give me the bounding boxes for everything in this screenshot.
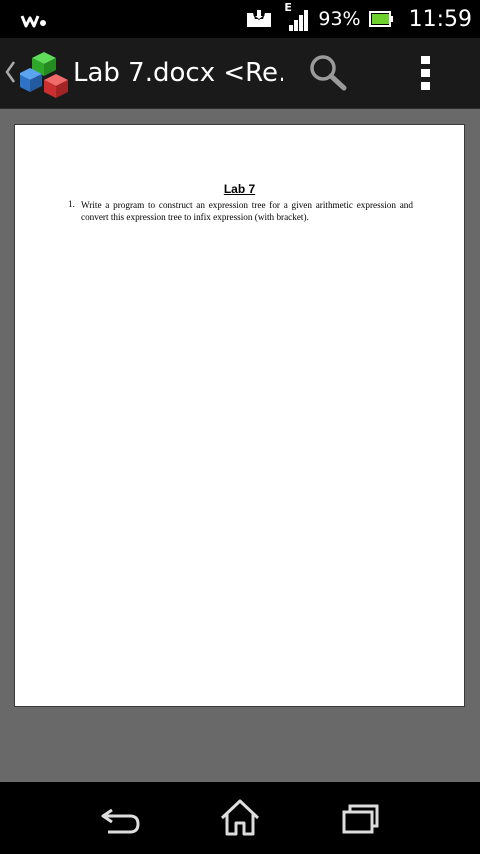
battery-icon — [368, 11, 393, 27]
action-bar: Lab 7.docx <Re… — [0, 38, 480, 109]
document-heading: Lab 7 — [223, 182, 256, 196]
battery-percent: 93% — [318, 8, 361, 30]
download-box-icon — [247, 9, 272, 27]
signal-icon — [289, 10, 309, 31]
chevron-left-icon — [5, 61, 16, 83]
list-item-text: Write a program to construct an expressi… — [81, 200, 413, 222]
list-item-number: 1. — [68, 199, 75, 209]
document-title: Lab 7.docx <Re… — [73, 58, 283, 88]
back-icon[interactable] — [90, 796, 150, 840]
clock: 11:59 — [408, 6, 472, 32]
home-icon[interactable] — [210, 796, 270, 840]
navigation-bar — [0, 782, 480, 854]
status-bar: E 93% 11:59 — [0, 0, 480, 38]
walkman-icon — [20, 15, 46, 28]
document-page[interactable]: Lab 7 1. Write a program to construct an… — [14, 124, 465, 707]
up-navigation[interactable]: Lab 7.docx <Re… — [0, 38, 283, 108]
recent-apps-icon[interactable] — [330, 796, 390, 840]
signal-indicator: E — [284, 1, 312, 33]
document-viewer[interactable]: Lab 7 1. Write a program to construct an… — [0, 109, 480, 782]
search-icon[interactable] — [306, 52, 352, 94]
app-logo-cubes-icon — [20, 52, 68, 98]
more-vert-icon[interactable] — [404, 50, 448, 96]
